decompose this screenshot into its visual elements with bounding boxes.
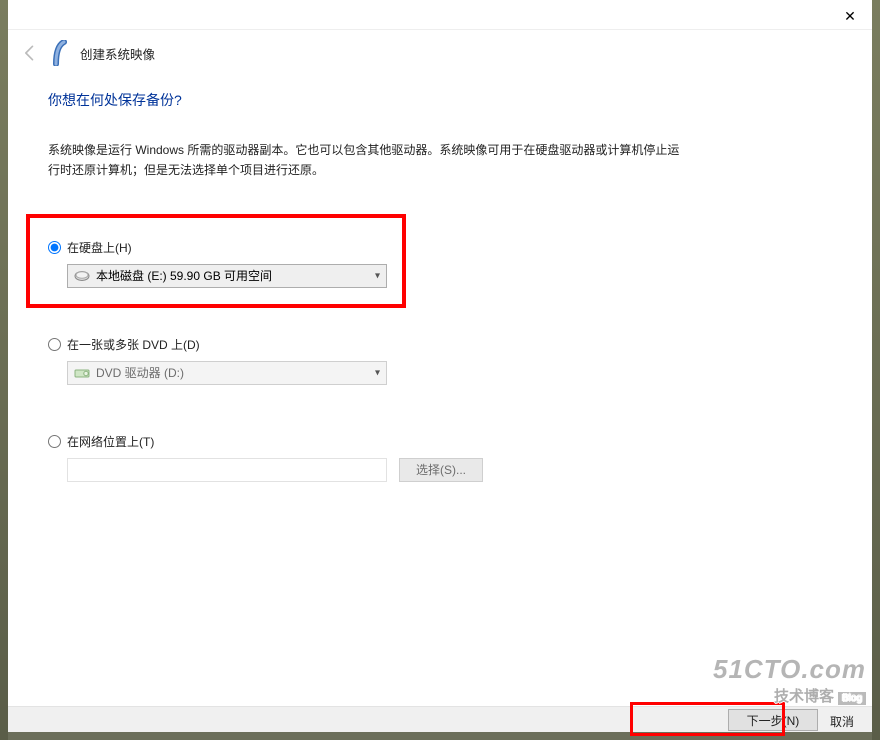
dialog-window: ✕ 创建系统映像 你想在何处保存备份? 系统映像是运行 Windows 所需的驱… [8, 0, 872, 732]
option-network-group: 在网络位置上(T) 选择(S)... [48, 433, 842, 482]
radio-network-label: 在网络位置上(T) [67, 433, 154, 450]
page-heading: 你想在何处保存备份? [48, 90, 842, 110]
window-titlebar: ✕ [8, 0, 872, 30]
chevron-down-icon: ▾ [375, 270, 380, 281]
hard-disk-select[interactable]: 本地磁盘 (E:) 59.90 GB 可用空间 ▾ [67, 264, 387, 288]
system-image-icon [50, 40, 70, 66]
browse-button: 选择(S)... [399, 458, 483, 482]
close-icon: ✕ [844, 8, 856, 24]
wizard-content: 你想在何处保存备份? 系统映像是运行 Windows 所需的驱动器副本。它也可以… [48, 90, 842, 482]
close-button[interactable]: ✕ [836, 6, 864, 26]
dvd-select-text: DVD 驱动器 (D:) [96, 364, 184, 381]
dialog-footer: 下一步(N) 取消 [8, 706, 872, 732]
wizard-title: 创建系统映像 [80, 44, 155, 63]
cancel-button[interactable]: 取消 [830, 713, 854, 730]
hard-disk-select-text: 本地磁盘 (E:) 59.90 GB 可用空间 [96, 267, 272, 284]
network-path-input [67, 458, 387, 482]
radio-network[interactable] [48, 435, 61, 448]
next-button[interactable]: 下一步(N) [728, 709, 818, 731]
hard-disk-icon [74, 270, 90, 282]
page-description: 系统映像是运行 Windows 所需的驱动器副本。它也可以包含其他驱动器。系统映… [48, 140, 688, 181]
option-network[interactable]: 在网络位置上(T) [48, 433, 842, 450]
radio-dvd-label: 在一张或多张 DVD 上(D) [67, 336, 200, 353]
chevron-down-icon: ▾ [375, 367, 380, 378]
dvd-drive-icon [74, 367, 90, 379]
back-arrow-icon[interactable] [20, 43, 40, 63]
radio-hard-disk[interactable] [48, 241, 61, 254]
option-hard-disk[interactable]: 在硬盘上(H) [48, 239, 842, 256]
radio-hard-disk-label: 在硬盘上(H) [67, 239, 132, 256]
radio-dvd[interactable] [48, 338, 61, 351]
desktop-right-strip [872, 0, 880, 740]
option-dvd-group: 在一张或多张 DVD 上(D) DVD 驱动器 (D:) ▾ [48, 336, 842, 385]
wizard-header: 创建系统映像 [20, 38, 155, 68]
dvd-select: DVD 驱动器 (D:) ▾ [67, 361, 387, 385]
option-dvd[interactable]: 在一张或多张 DVD 上(D) [48, 336, 842, 353]
desktop-left-strip [0, 0, 8, 740]
option-hard-disk-group: 在硬盘上(H) 本地磁盘 (E:) 59.90 GB 可用空间 ▾ [48, 239, 842, 288]
